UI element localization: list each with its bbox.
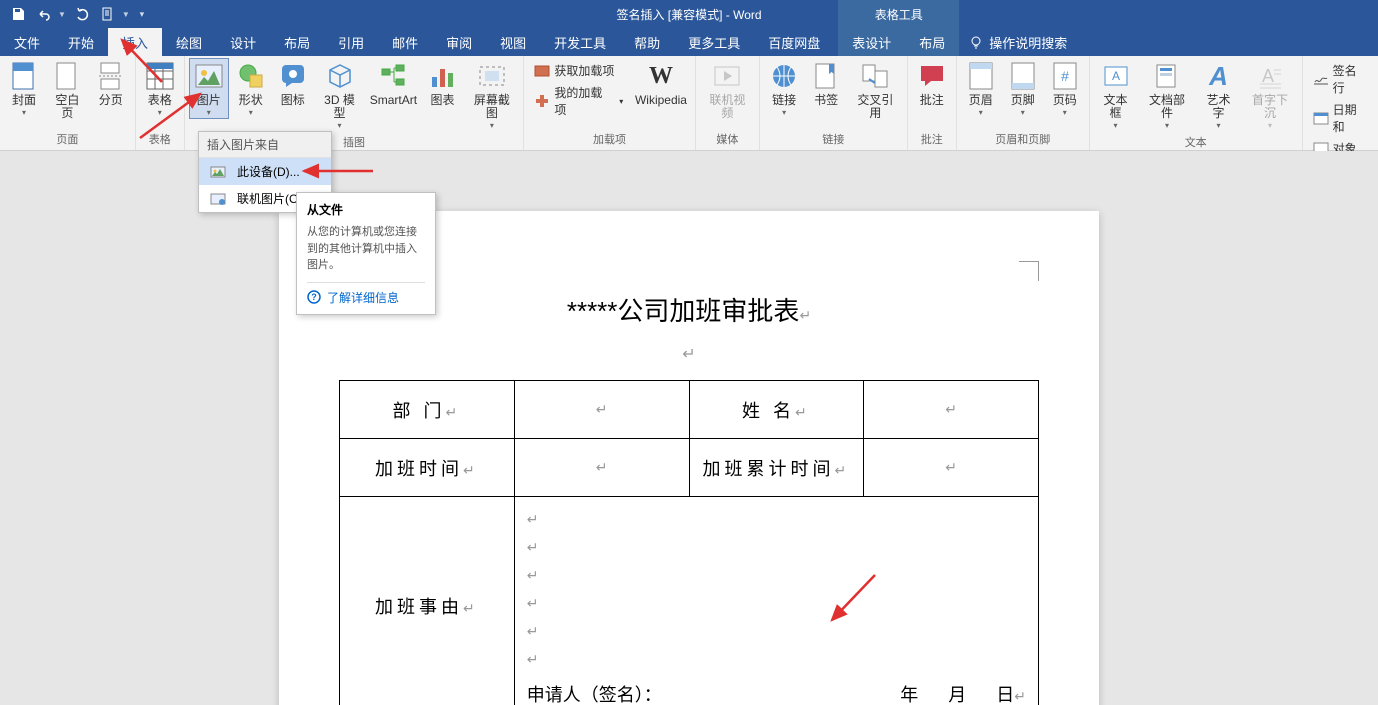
footer-button[interactable]: 页脚▾: [1003, 58, 1043, 119]
tab-review[interactable]: 审阅: [432, 28, 486, 56]
shapes-button[interactable]: 形状▾: [231, 58, 271, 119]
tab-insert[interactable]: 插入: [108, 28, 162, 56]
page-break-button[interactable]: 分页: [91, 58, 131, 109]
blank-page-button[interactable]: 空白页: [46, 58, 89, 122]
smartart-button[interactable]: SmartArt: [366, 58, 420, 109]
ribbon-group-text2: 签名行 日期和 对象: [1303, 56, 1378, 150]
ribbon-group-headerfooter: 页眉▾ 页脚▾ # 页码▾ 页眉和页脚: [957, 56, 1090, 150]
cell-dept-value[interactable]: ↵: [514, 381, 689, 439]
save-button[interactable]: [8, 4, 28, 24]
online-icon: [209, 191, 229, 207]
tab-mailings[interactable]: 邮件: [378, 28, 432, 56]
ribbon-group-media: 联机视频 媒体: [696, 56, 760, 150]
online-video-button: 联机视频: [700, 58, 755, 122]
tab-draw[interactable]: 绘图: [162, 28, 216, 56]
cell-time-label[interactable]: 加班时间↵: [340, 439, 515, 497]
contextual-tab-label: 表格工具: [838, 0, 959, 28]
svg-text:A: A: [1111, 69, 1119, 83]
tooltip-link[interactable]: ? 了解详细信息: [307, 282, 425, 306]
my-addins-button[interactable]: 我的加载项▾: [528, 82, 629, 120]
undo-button[interactable]: [34, 4, 54, 24]
device-icon: [209, 164, 229, 180]
tab-view[interactable]: 视图: [486, 28, 540, 56]
ribbon-group-comments: 批注 批注: [908, 56, 957, 150]
dropdown-arrow-icon[interactable]: ▼: [122, 10, 130, 19]
ribbon-group-addins: 获取加载项 我的加载项▾ W Wikipedia 加载项: [524, 56, 695, 150]
tab-baidupan[interactable]: 百度网盘: [754, 28, 834, 56]
cell-name-label[interactable]: 姓 名↵: [689, 381, 864, 439]
quick-access-toolbar: ▼ ▼ ▾: [0, 4, 156, 24]
cover-page-button[interactable]: 封面▾: [4, 58, 44, 119]
help-icon: ?: [307, 290, 321, 304]
tab-design[interactable]: 设计: [216, 28, 270, 56]
icons-button[interactable]: 图标: [273, 58, 313, 109]
datetime-button[interactable]: 日期和: [1307, 99, 1374, 137]
dropcap-button: A 首字下沉▾: [1242, 58, 1297, 132]
tab-references[interactable]: 引用: [324, 28, 378, 56]
redo-button[interactable]: [72, 4, 92, 24]
wordart-button[interactable]: A 艺术字▾: [1197, 58, 1241, 132]
picture-button[interactable]: 图片▾: [189, 58, 229, 119]
comment-button[interactable]: 批注: [912, 58, 952, 109]
tooltip-body: 从您的计算机或您连接到的其他计算机中插入图片。: [307, 224, 425, 274]
bookmark-button[interactable]: 书签: [806, 58, 846, 109]
dropdown-header: 插入图片来自: [199, 132, 331, 158]
pagenum-button[interactable]: # 页码▾: [1045, 58, 1085, 119]
new-doc-button[interactable]: [98, 4, 118, 24]
date-labels: 年 月 日↵: [900, 681, 1026, 705]
tab-layout[interactable]: 布局: [270, 28, 324, 56]
chart-button[interactable]: 图表: [423, 58, 463, 109]
tab-home[interactable]: 开始: [54, 28, 108, 56]
customize-qat-button[interactable]: ▾: [136, 4, 148, 24]
form-table: 部 门↵ ↵ 姓 名↵ ↵ 加班时间↵ ↵ 加班累计时间↵ ↵ 加班事由↵ ↵↵…: [339, 380, 1039, 705]
cell-sum-value[interactable]: ↵: [864, 439, 1039, 497]
from-device-item[interactable]: 此设备(D)...: [199, 158, 331, 185]
svg-text:#: #: [1061, 68, 1069, 84]
wikipedia-button[interactable]: W Wikipedia: [631, 58, 690, 109]
document-title: *****公司加班审批表↵: [339, 291, 1039, 328]
lightbulb-icon: [969, 35, 983, 49]
cell-reason-label[interactable]: 加班事由↵: [340, 497, 515, 705]
tab-moretools[interactable]: 更多工具: [674, 28, 754, 56]
tell-me-search[interactable]: 操作说明搜索: [959, 28, 1077, 56]
tab-developer[interactable]: 开发工具: [540, 28, 620, 56]
textbox-button[interactable]: A 文本框▾: [1094, 58, 1138, 132]
cell-name-value[interactable]: ↵: [864, 381, 1039, 439]
cell-reason-value[interactable]: ↵↵↵ ↵↵↵ 申请人（签名）： 年 月 日↵: [514, 497, 1038, 705]
crossref-button[interactable]: 交叉引用: [848, 58, 903, 122]
ribbon-group-text: A 文本框▾ 文档部件▾ A 艺术字▾ A 首字下沉▾ 文本: [1090, 56, 1303, 150]
cell-dept-label[interactable]: 部 门↵: [340, 381, 515, 439]
window-title: 签名插入 [兼容模式] - Word: [616, 6, 761, 23]
titlebar: ▼ ▼ ▾ 签名插入 [兼容模式] - Word: [0, 0, 1378, 28]
document-area[interactable]: *****公司加班审批表↵ ↵ 部 门↵ ↵ 姓 名↵ ↵ 加班时间↵ ↵ 加班…: [0, 151, 1378, 705]
tab-tablelayout[interactable]: 布局: [905, 28, 959, 56]
tooltip: 从文件 从您的计算机或您连接到的其他计算机中插入图片。 ? 了解详细信息: [296, 192, 436, 315]
3dmodel-button[interactable]: 3D 模型▾: [315, 58, 365, 132]
link-button[interactable]: 链接▾: [764, 58, 804, 119]
table-button[interactable]: 表格▾: [140, 58, 180, 119]
applicant-label: 申请人（签名）：: [527, 681, 662, 705]
get-addins-button[interactable]: 获取加载项: [528, 60, 629, 81]
quickparts-button[interactable]: 文档部件▾: [1139, 58, 1194, 132]
cell-sum-label[interactable]: 加班累计时间↵: [689, 439, 864, 497]
tab-file[interactable]: 文件: [0, 28, 54, 56]
paragraph-mark: ↵: [339, 338, 1039, 370]
signature-line-button[interactable]: 签名行: [1307, 60, 1374, 98]
tooltip-title: 从文件: [307, 201, 425, 218]
tab-help[interactable]: 帮助: [620, 28, 674, 56]
ribbon-group-tables: 表格▾ 表格: [136, 56, 185, 150]
svg-text:?: ?: [311, 292, 317, 302]
ribbon-group-links: 链接▾ 书签 交叉引用 链接: [760, 56, 908, 150]
header-button[interactable]: 页眉▾: [961, 58, 1001, 119]
dropdown-arrow-icon[interactable]: ▼: [58, 10, 66, 19]
svg-text:A: A: [1262, 66, 1274, 86]
tab-tabledesign[interactable]: 表设计: [838, 28, 905, 56]
page-corner-mark: [1019, 261, 1039, 281]
cell-time-value[interactable]: ↵: [514, 439, 689, 497]
menubar: 文件 开始 插入 绘图 设计 布局 引用 邮件 审阅 视图 开发工具 帮助 更多…: [0, 28, 1378, 56]
ribbon-group-pages: 封面▾ 空白页 分页 页面: [0, 56, 136, 150]
screenshot-button[interactable]: 屏幕截图▾: [465, 58, 520, 132]
